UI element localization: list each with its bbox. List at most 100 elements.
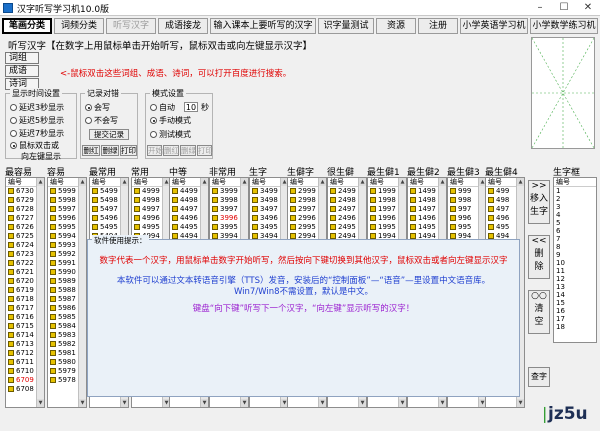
menu-stroke-category[interactable]: 笔画分类 [2, 18, 52, 34]
new-char-row[interactable]: 4 [554, 211, 596, 219]
checkbox-icon[interactable] [290, 197, 296, 203]
new-char-row[interactable]: 10 [554, 259, 596, 267]
checkbox-icon[interactable] [8, 350, 14, 356]
checkbox-icon[interactable] [8, 260, 14, 266]
new-char-box[interactable]: 编号 1 2 3 4 5 6 7 8 9 10 11 12 13 14 15 16 17 18 [553, 177, 597, 343]
delay-5s-option[interactable]: 延迟5秒显示 [10, 115, 64, 126]
word-group-button[interactable]: 词组 [5, 52, 39, 64]
menu-input-textbook[interactable]: 输入课本上要听写的汉字 [210, 18, 316, 34]
new-char-row[interactable]: 1 [554, 187, 596, 195]
mode-print-button[interactable]: 打印 [197, 145, 213, 156]
scroll-up-icon[interactable]: ▲ [79, 178, 86, 186]
scroll-down-icon[interactable]: ▼ [399, 399, 406, 407]
checkbox-icon[interactable] [370, 197, 376, 203]
scroll-up-icon[interactable]: ▲ [439, 178, 446, 186]
new-char-row[interactable]: 8 [554, 243, 596, 251]
checkbox-icon[interactable] [8, 305, 14, 311]
scroll-down-icon[interactable]: ▼ [359, 399, 366, 407]
list-scrollbar[interactable]: ▲ ▼ [36, 178, 44, 407]
minimize-button[interactable]: – [528, 0, 552, 16]
checkbox-icon[interactable] [134, 224, 140, 230]
mode-delete-red-button[interactable]: 删红 [163, 145, 179, 156]
mode-delete-green-button[interactable]: 删绿 [180, 145, 196, 156]
checkbox-icon[interactable] [8, 242, 14, 248]
checkbox-icon[interactable] [8, 377, 14, 383]
new-char-row[interactable]: 11 [554, 267, 596, 275]
scroll-down-icon[interactable]: ▼ [37, 399, 44, 407]
checkbox-icon[interactable] [8, 278, 14, 284]
new-char-row[interactable]: 9 [554, 251, 596, 259]
checkbox-icon[interactable] [50, 224, 56, 230]
checkbox-icon[interactable] [172, 224, 178, 230]
checkbox-icon[interactable] [8, 215, 14, 221]
scroll-up-icon[interactable]: ▲ [241, 178, 248, 186]
scroll-up-icon[interactable]: ▲ [121, 178, 128, 186]
checkbox-icon[interactable] [50, 197, 56, 203]
checkbox-icon[interactable] [50, 350, 56, 356]
checkbox-icon[interactable] [50, 251, 56, 257]
checkbox-icon[interactable] [50, 242, 56, 248]
checkbox-icon[interactable] [8, 188, 14, 194]
cannot-write-option[interactable]: 不会写 [85, 115, 118, 126]
checkbox-icon[interactable] [50, 332, 56, 338]
new-char-row[interactable]: 6 [554, 227, 596, 235]
checkbox-icon[interactable] [134, 215, 140, 221]
menu-english-learning[interactable]: 小学英语学习机 [460, 18, 528, 34]
maximize-button[interactable]: ☐ [552, 0, 576, 16]
checkbox-icon[interactable] [50, 341, 56, 347]
checkbox-icon[interactable] [172, 197, 178, 203]
checkbox-icon[interactable] [212, 206, 218, 212]
checkbox-icon[interactable] [290, 224, 296, 230]
checkbox-icon[interactable] [212, 197, 218, 203]
checkbox-icon[interactable] [450, 215, 456, 221]
new-char-row[interactable]: 14 [554, 291, 596, 299]
delay-3s-option[interactable]: 延迟3秒显示 [10, 102, 64, 113]
clear-button[interactable]: ○○ 清 空 [528, 290, 550, 334]
char-list-column[interactable]: 编号 6730 6729 6728 6727 6726 6725 6724 6723 6722 67… [5, 177, 45, 408]
checkbox-icon[interactable] [450, 188, 456, 194]
scroll-down-icon[interactable]: ▼ [439, 399, 446, 407]
checkbox-icon[interactable] [50, 368, 56, 374]
checkbox-icon[interactable] [450, 206, 456, 212]
checkbox-icon[interactable] [450, 224, 456, 230]
scroll-up-icon[interactable]: ▲ [359, 178, 366, 186]
checkbox-icon[interactable] [92, 188, 98, 194]
new-char-row[interactable]: 5 [554, 219, 596, 227]
checkbox-icon[interactable] [50, 323, 56, 329]
checkbox-icon[interactable] [92, 197, 98, 203]
menu-idiom-chain[interactable]: 成语接龙 [158, 18, 208, 34]
checkbox-icon[interactable] [8, 314, 14, 320]
checkbox-icon[interactable] [488, 215, 494, 221]
delay-7s-option[interactable]: 延迟7秒显示 [10, 128, 64, 139]
checkbox-icon[interactable] [410, 197, 416, 203]
checkbox-icon[interactable] [410, 215, 416, 221]
checkbox-icon[interactable] [212, 215, 218, 221]
checkbox-icon[interactable] [50, 206, 56, 212]
auto-seconds-spinner[interactable]: 10 [184, 102, 198, 112]
scroll-down-icon[interactable]: ▼ [319, 399, 326, 407]
checkbox-icon[interactable] [252, 215, 258, 221]
checkbox-icon[interactable] [370, 206, 376, 212]
menu-register[interactable]: 注册 [418, 18, 458, 34]
checkbox-icon[interactable] [212, 188, 218, 194]
new-char-row[interactable]: 15 [554, 299, 596, 307]
checkbox-icon[interactable] [172, 215, 178, 221]
checkbox-icon[interactable] [92, 224, 98, 230]
list-scrollbar[interactable]: ▲ ▼ [78, 178, 86, 407]
new-char-row[interactable]: 18 [554, 323, 596, 331]
char-list-column[interactable]: 编号 5999 5998 5997 5996 5995 5994 5993 5992 5991 59… [47, 177, 87, 408]
checkbox-icon[interactable] [252, 188, 258, 194]
checkbox-icon[interactable] [370, 215, 376, 221]
double-click-option[interactable]: 鼠标双击或 向左键显示 [10, 140, 61, 162]
auto-mode-option[interactable]: 自动 [150, 102, 175, 113]
submit-record-button[interactable]: 提交记录 [89, 129, 129, 140]
checkbox-icon[interactable] [8, 368, 14, 374]
checkbox-icon[interactable] [370, 188, 376, 194]
delete-green-button[interactable]: 删绿 [101, 145, 119, 156]
new-char-row[interactable]: 12 [554, 275, 596, 283]
delete-red-button[interactable]: 删红 [82, 145, 100, 156]
checkbox-icon[interactable] [172, 188, 178, 194]
menu-resources[interactable]: 资源 [376, 18, 416, 34]
checkbox-icon[interactable] [410, 224, 416, 230]
checkbox-icon[interactable] [488, 197, 494, 203]
